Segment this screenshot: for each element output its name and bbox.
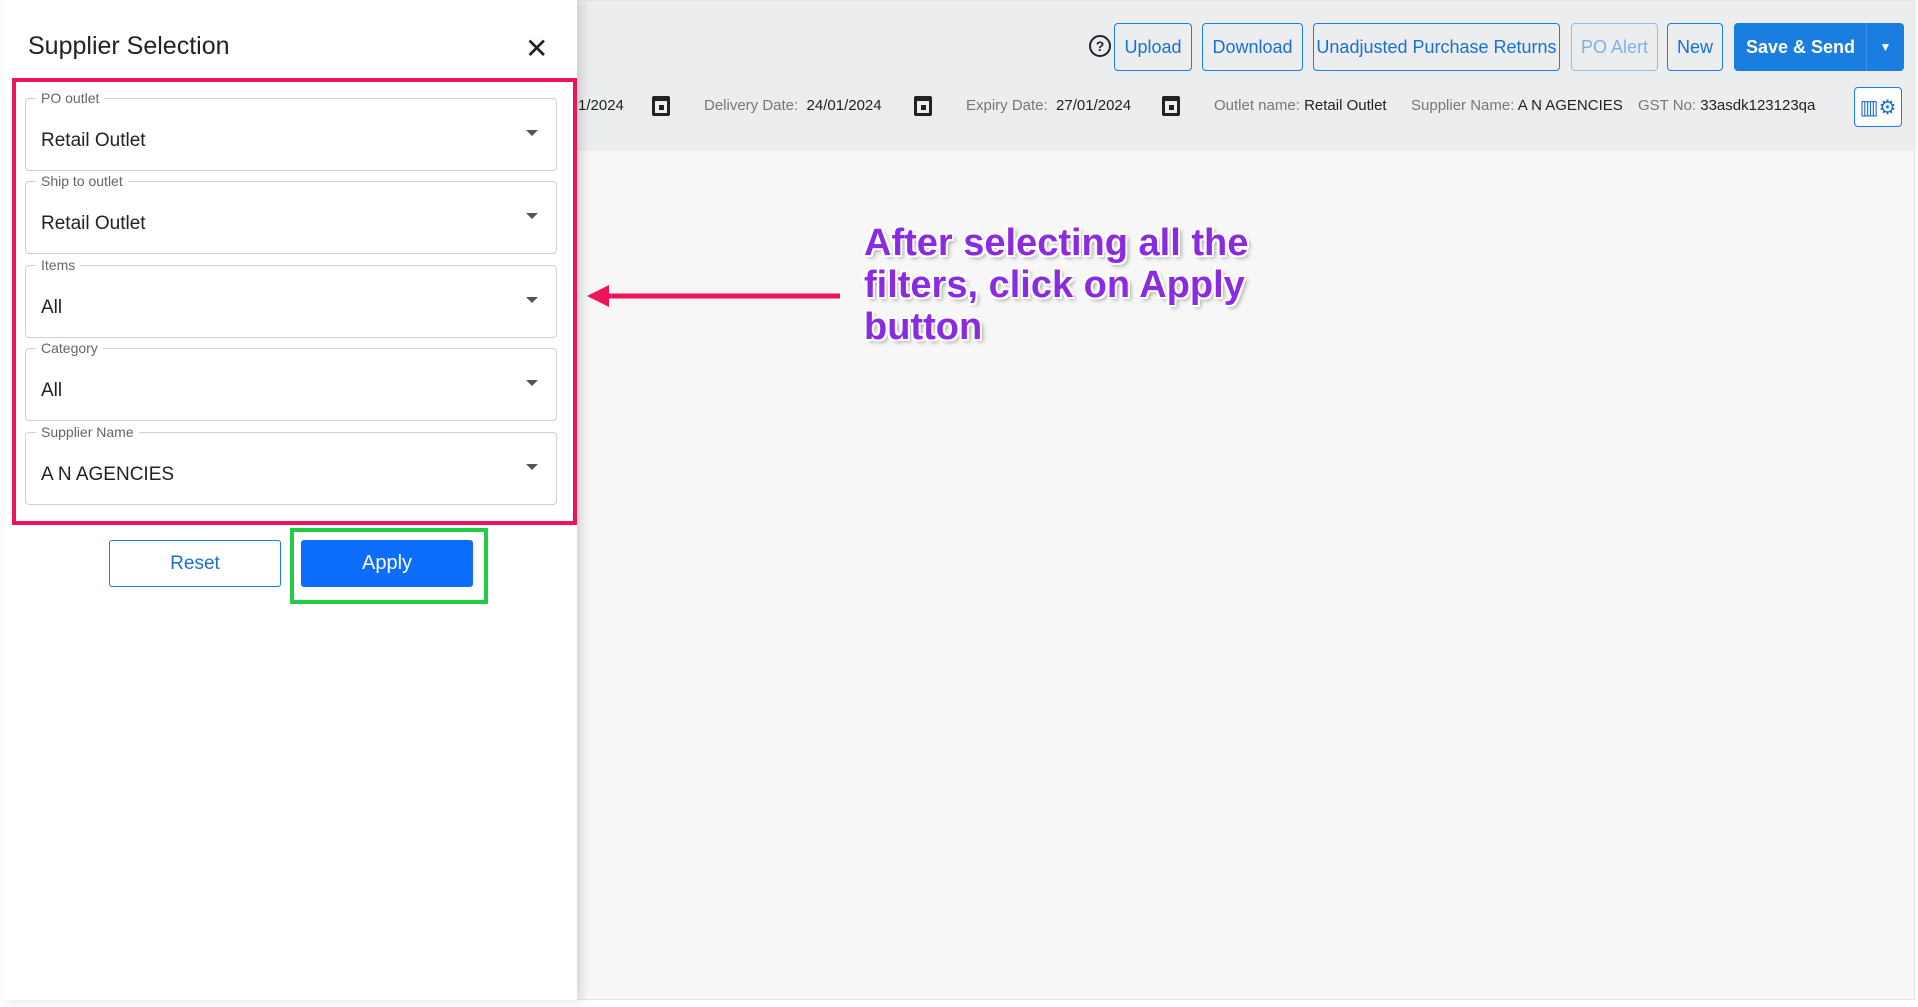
chevron-down-icon — [526, 380, 538, 386]
calendar-icon[interactable] — [914, 96, 932, 116]
delivery-date: Delivery Date: 24/01/2024 — [704, 97, 882, 114]
column-settings-icon[interactable]: ▥⚙ — [1854, 87, 1902, 127]
annotation-arrow-icon — [587, 285, 840, 307]
gst-no: GST No: 33asdk123123qa — [1638, 97, 1815, 114]
items-select[interactable]: Items All — [25, 257, 557, 338]
outlet-name: Outlet name: Retail Outlet — [1214, 97, 1387, 114]
chevron-down-icon — [526, 213, 538, 219]
outlet-name-value: Retail Outlet — [1304, 97, 1387, 114]
ship-to-outlet-select[interactable]: Ship to outlet Retail Outlet — [25, 173, 557, 254]
field-label: PO outlet — [36, 90, 105, 106]
field-value: Retail Outlet — [41, 213, 146, 234]
gst-label: GST No: — [1638, 97, 1697, 114]
field-value: All — [41, 380, 63, 401]
field-label: Category — [36, 340, 103, 356]
reset-button[interactable]: Reset — [109, 540, 281, 587]
supplier-name-label: Supplier Name: — [1411, 97, 1515, 114]
new-button[interactable]: New — [1667, 23, 1723, 71]
expiry-date-label: Expiry Date: — [966, 97, 1048, 114]
panel-title: Supplier Selection — [28, 32, 230, 60]
chevron-down-icon — [526, 464, 538, 470]
calendar-icon[interactable] — [652, 96, 670, 116]
delivery-date-label: Delivery Date: — [704, 97, 799, 114]
annotation-text: After selecting all the filters, click o… — [864, 222, 1249, 348]
chevron-down-icon — [526, 130, 538, 136]
category-select[interactable]: Category All — [25, 340, 557, 421]
apply-button[interactable]: Apply — [301, 540, 473, 587]
supplier-name-select[interactable]: Supplier Name A N AGENCIES — [25, 424, 557, 505]
save-send-dropdown-icon[interactable]: ▼ — [1866, 23, 1904, 71]
help-icon[interactable]: ? — [1089, 35, 1111, 57]
save-send-button[interactable]: Save & Send — [1734, 23, 1867, 71]
delivery-date-value: 24/01/2024 — [806, 97, 882, 114]
download-button[interactable]: Download — [1202, 23, 1303, 71]
supplier-name: Supplier Name: A N AGENCIES — [1411, 97, 1623, 114]
upload-button[interactable]: Upload — [1114, 23, 1192, 71]
field-value: A N AGENCIES — [41, 464, 175, 485]
field-label: Ship to outlet — [36, 173, 128, 189]
field-label: Supplier Name — [36, 424, 139, 440]
field-label: Items — [36, 257, 81, 273]
order-date-value: 1/2024 — [578, 97, 624, 114]
chevron-down-icon — [526, 297, 538, 303]
calendar-icon[interactable] — [1162, 96, 1180, 116]
po-alert-button[interactable]: PO Alert — [1571, 23, 1658, 71]
supplier-name-value: A N AGENCIES — [1517, 97, 1623, 114]
po-outlet-select[interactable]: PO outlet Retail Outlet — [25, 90, 557, 171]
field-value: All — [41, 297, 63, 318]
field-value: Retail Outlet — [41, 130, 146, 151]
unadjusted-purchase-returns-button[interactable]: Unadjusted Purchase Returns — [1313, 23, 1560, 71]
expiry-date: Expiry Date: 27/01/2024 — [966, 97, 1131, 114]
close-icon[interactable]: ✕ — [525, 32, 548, 65]
outlet-name-label: Outlet name: — [1214, 97, 1300, 114]
gst-value: 33asdk123123qa — [1700, 97, 1816, 114]
expiry-date-value: 27/01/2024 — [1056, 97, 1132, 114]
